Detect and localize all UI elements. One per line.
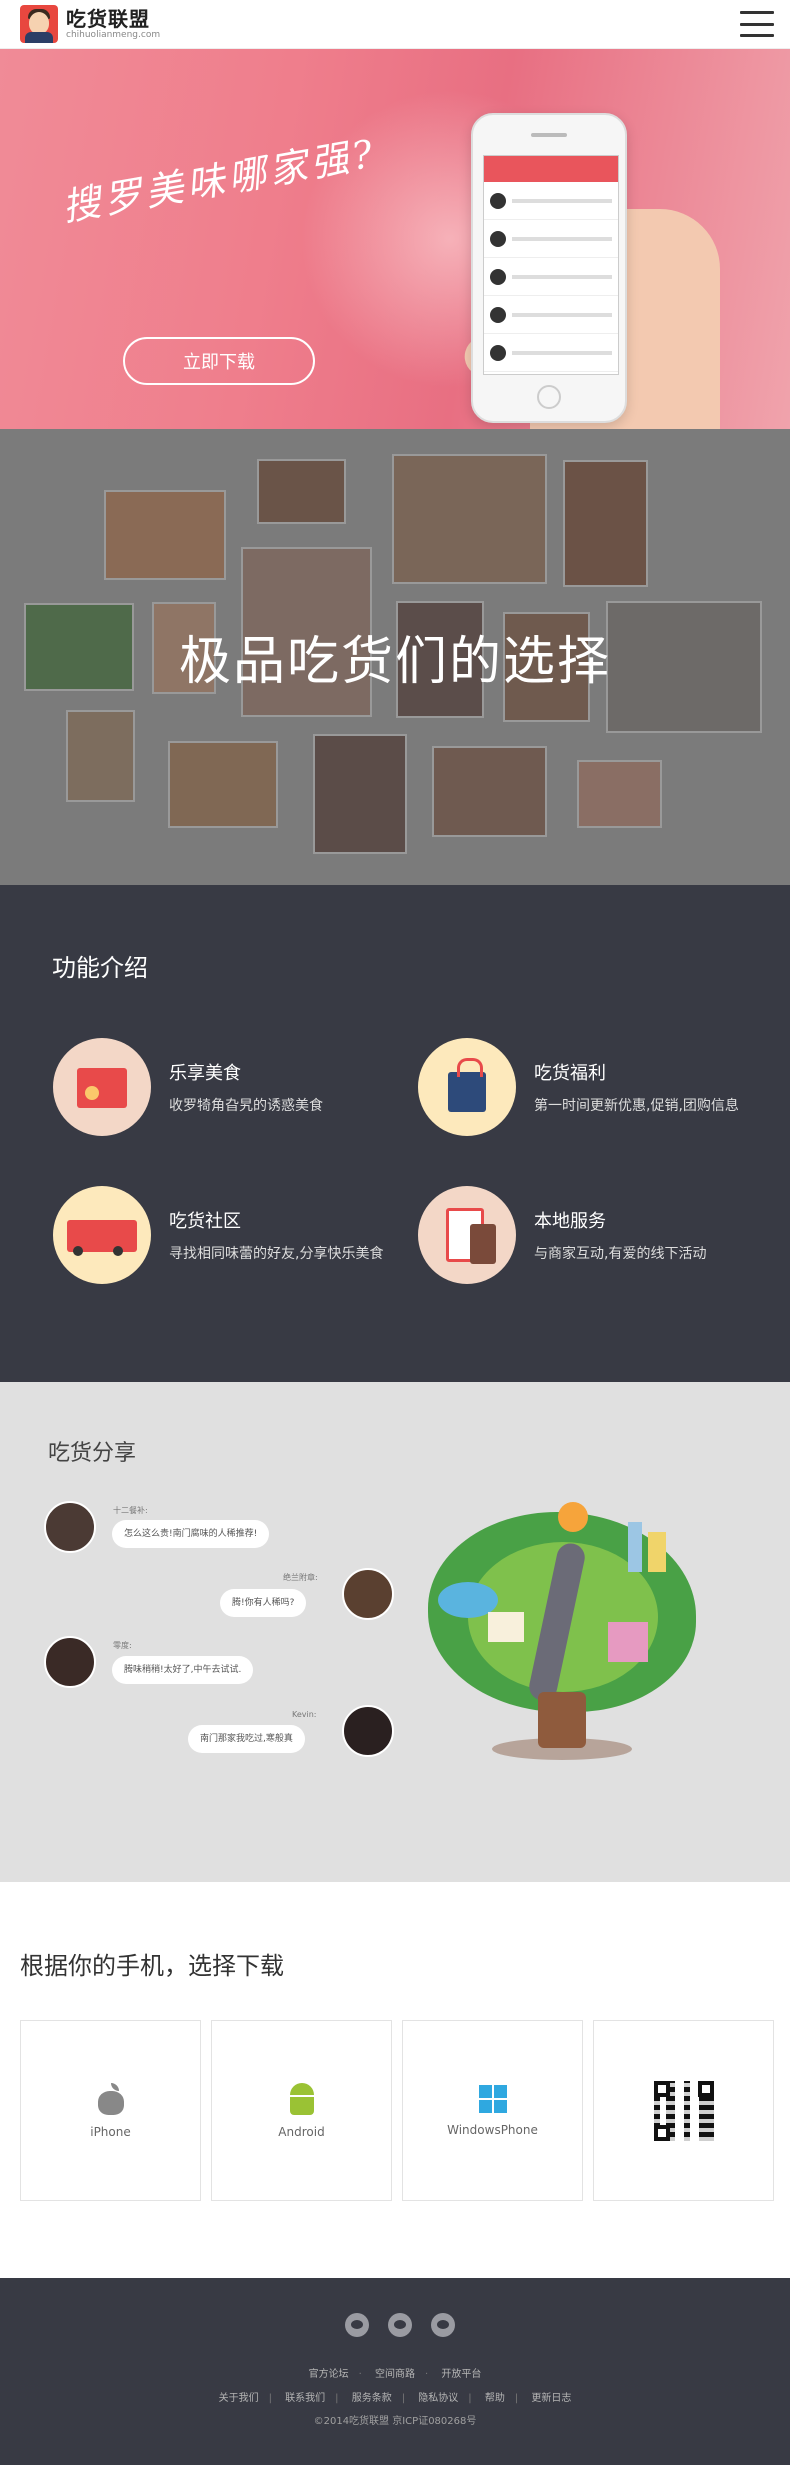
- collage-photo: [392, 454, 547, 584]
- avatar[interactable]: [342, 1568, 394, 1620]
- download-section: 根据你的手机，选择下载 iPhone Android WindowsPhone: [0, 1882, 790, 2278]
- phone-mockup: [471, 113, 627, 423]
- download-android-button[interactable]: Android: [211, 2020, 392, 2201]
- download-now-button[interactable]: 立即下载: [123, 337, 315, 385]
- feature-item: 乐享美食 收罗犄角旮旯的诱惑美食: [53, 1038, 323, 1136]
- collage-photo: [168, 741, 278, 828]
- feature-title: 吃货福利: [534, 1063, 606, 1084]
- footer-link[interactable]: 开放平台: [441, 2369, 481, 2380]
- footer-link[interactable]: 联系我们: [285, 2393, 325, 2404]
- collage-photo: [66, 710, 135, 802]
- feature-item: 吃货社区 寻找相同味蕾的好友,分享快乐美食: [53, 1186, 383, 1284]
- feature-desc: 第一时间更新优惠,促销,团购信息: [534, 1098, 739, 1114]
- chat-bubble: 南门那家我吃过,寒般真: [188, 1725, 305, 1753]
- download-qr-card[interactable]: [593, 2020, 774, 2201]
- footer-link[interactable]: 关于我们: [219, 2393, 259, 2404]
- hero-banner: 搜罗美味哪家强? 立即下载: [0, 49, 790, 429]
- download-iphone-button[interactable]: iPhone: [20, 2020, 201, 2201]
- hero-slogan: 搜罗美味哪家强?: [58, 130, 380, 230]
- avatar[interactable]: [44, 1501, 96, 1553]
- hamburger-menu-icon[interactable]: [740, 11, 774, 37]
- footer-links-secondary: 关于我们 | 联系我们 | 服务条款 | 隐私协议 | 帮助 | 更新日志: [218, 2393, 572, 2404]
- qr-code-icon: [653, 2080, 714, 2141]
- windows-icon: [478, 2084, 507, 2113]
- truck-icon: [53, 1186, 151, 1284]
- photo-collage: 极品吃货们的选择: [0, 429, 790, 885]
- features-title: 功能介绍: [52, 954, 148, 982]
- feature-desc: 收罗犄角旮旯的诱惑美食: [169, 1098, 323, 1114]
- footer-links-primary: 官方论坛 · 空间商路 · 开放平台: [308, 2369, 482, 2380]
- collage-photo: [104, 490, 226, 580]
- footer-link[interactable]: 服务条款: [352, 2393, 392, 2404]
- qq-icon[interactable]: [431, 2313, 455, 2337]
- checklist-icon: [418, 1186, 516, 1284]
- feature-item: 吃货福利 第一时间更新优惠,促销,团购信息: [418, 1038, 739, 1136]
- avatar[interactable]: [44, 1636, 96, 1688]
- android-icon: [287, 2082, 317, 2115]
- collage-photo: [563, 460, 648, 587]
- chat-username: 零度:: [113, 1641, 132, 1650]
- footer-link[interactable]: 官方论坛: [309, 2369, 349, 2380]
- collage-photo: [257, 459, 346, 524]
- feature-desc: 与商家互动,有爱的线下活动: [534, 1246, 707, 1262]
- footer-link[interactable]: 空间商路: [375, 2369, 415, 2380]
- feature-title: 本地服务: [534, 1211, 606, 1232]
- share-title: 吃货分享: [48, 1441, 137, 1466]
- features-section: 功能介绍 乐享美食 收罗犄角旮旯的诱惑美食 吃货福利 第一时间更新优惠,促销,团…: [0, 885, 790, 1382]
- copyright: ©2014吃货联盟 京ICP证080268号: [313, 2416, 477, 2427]
- chat-bubble: 腾!你有人稀吗?: [220, 1589, 307, 1617]
- footer-link[interactable]: 更新日志: [531, 2393, 571, 2404]
- brand-name: 吃货联盟: [66, 7, 150, 31]
- download-windowsphone-button[interactable]: WindowsPhone: [402, 2020, 583, 2201]
- brand-text: 吃货联盟 chihuolianmeng.com: [66, 8, 160, 40]
- feature-desc: 寻找相同味蕾的好友,分享快乐美食: [169, 1246, 384, 1262]
- download-label: iPhone: [90, 2124, 131, 2139]
- gift-bag-icon: [418, 1038, 516, 1136]
- footer: 官方论坛 · 空间商路 · 开放平台 关于我们 | 联系我们 | 服务条款 | 隐私协议 |…: [0, 2278, 790, 2465]
- wechat-icon[interactable]: [388, 2313, 412, 2337]
- avatar[interactable]: [342, 1705, 394, 1757]
- collage-photo: [313, 734, 407, 854]
- footer-link[interactable]: 帮助: [485, 2393, 505, 2404]
- social-links: [345, 2313, 455, 2337]
- chat-bubble: 怎么这么贵!南门腐味的人稀推荐!: [112, 1520, 270, 1548]
- share-section: 吃货分享 十二餐补: 怎么这么贵!南门腐味的人稀推荐! 绝兰附章: 腾!你有人稀…: [0, 1382, 790, 1882]
- collage-title: 极品吃货们的选择: [178, 632, 611, 692]
- chat-username: 绝兰附章:: [283, 1573, 318, 1582]
- download-options: iPhone Android WindowsPhone: [20, 2020, 774, 2201]
- weibo-icon[interactable]: [345, 2313, 369, 2337]
- chat-username: 十二餐补:: [113, 1506, 148, 1515]
- chat-username: Kevin:: [292, 1710, 317, 1719]
- logo-mascot-icon: [20, 5, 58, 43]
- feature-title: 乐享美食: [169, 1063, 241, 1084]
- collage-photo: [432, 746, 547, 837]
- feature-title: 吃货社区: [169, 1211, 241, 1232]
- collage-photo: [577, 760, 662, 828]
- apple-icon: [96, 2082, 126, 2115]
- shop-icon: [53, 1038, 151, 1136]
- header: 吃货联盟 chihuolianmeng.com: [0, 0, 790, 49]
- brand[interactable]: 吃货联盟 chihuolianmeng.com: [20, 5, 160, 43]
- footer-link[interactable]: 隐私协议: [418, 2393, 458, 2404]
- city-tree-illustration: [428, 1502, 696, 1764]
- feature-item: 本地服务 与商家互动,有爱的线下活动: [418, 1186, 706, 1284]
- chat-bubble: 腾味稍稍!太好了,中午去试试.: [112, 1656, 254, 1684]
- download-title: 根据你的手机，选择下载: [20, 1952, 284, 1980]
- page: 吃货联盟 chihuolianmeng.com 搜罗美味哪家强? 立即下载 极品…: [0, 0, 790, 2465]
- brand-domain: chihuolianmeng.com: [66, 30, 161, 40]
- download-label: Android: [278, 2124, 325, 2139]
- download-label: WindowsPhone: [447, 2122, 538, 2137]
